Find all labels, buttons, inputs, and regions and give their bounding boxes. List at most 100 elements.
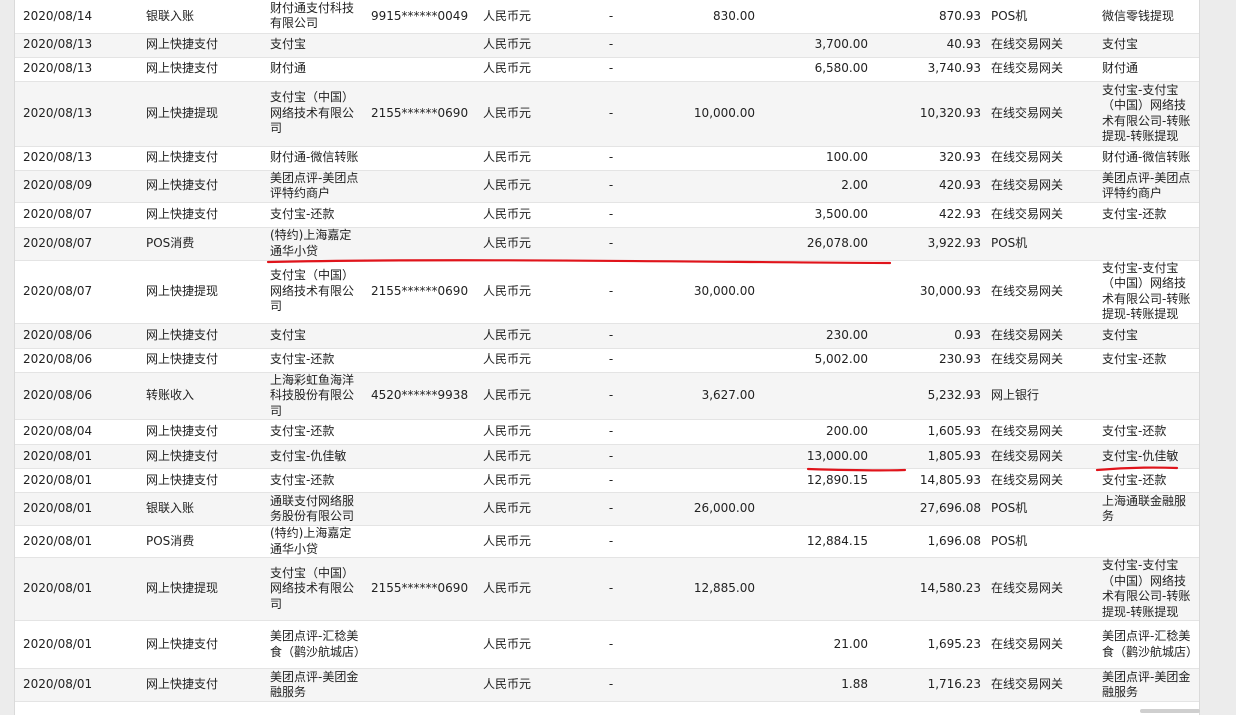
- cell-date: 2020/08/07: [15, 227, 142, 261]
- cell-income: [643, 170, 761, 203]
- cell-account: [367, 146, 479, 171]
- cell-expense: 26,078.00: [761, 227, 874, 261]
- cell-type: POS消费: [142, 227, 266, 261]
- cell-currency: 人民币元: [479, 0, 579, 34]
- cell-expense: [761, 372, 874, 420]
- cell-balance: 320.93: [874, 146, 987, 171]
- cell-dash: -: [579, 0, 643, 34]
- cell-account: [367, 57, 479, 82]
- cell-expense: 12,890.15: [761, 468, 874, 493]
- cell-dash: -: [579, 146, 643, 171]
- cell-account: [367, 468, 479, 493]
- cell-balance: 1,805.93: [874, 444, 987, 469]
- cell-currency: 人民币元: [479, 620, 579, 669]
- cell-expense: 100.00: [761, 146, 874, 171]
- cell-remark: 支付宝-还款: [1098, 202, 1199, 228]
- cell-account: [367, 668, 479, 702]
- cell-income: [643, 668, 761, 702]
- cell-account: [367, 492, 479, 526]
- cell-date: 2020/08/07: [15, 202, 142, 228]
- cell-income: [643, 202, 761, 228]
- cell-type: 网上快捷提现: [142, 81, 266, 147]
- cell-balance: 1,605.93: [874, 419, 987, 445]
- cell-expense: 230.00: [761, 323, 874, 349]
- cell-dash: -: [579, 227, 643, 261]
- cell-date: 2020/08/13: [15, 33, 142, 58]
- cell-expense: 1.88: [761, 668, 874, 702]
- cell-dash: -: [579, 668, 643, 702]
- cell-channel: 在线交易网关: [987, 146, 1098, 171]
- cell-party: 支付宝（中国）网络技术有限公司: [266, 81, 367, 147]
- cell-party: 美团点评-美团点评特约商户: [266, 170, 367, 203]
- cell-income: [643, 57, 761, 82]
- cell-type: 转账收入: [142, 372, 266, 420]
- cell-date: 2020/08/01: [15, 492, 142, 526]
- cell-type: 网上快捷支付: [142, 468, 266, 493]
- cell-dash: -: [579, 468, 643, 493]
- cell-expense: [761, 0, 874, 34]
- cell-income: [643, 419, 761, 445]
- cell-type: 网上快捷支付: [142, 202, 266, 228]
- cell-remark: 支付宝: [1098, 323, 1199, 349]
- cell-date: 2020/08/06: [15, 348, 142, 373]
- cell-currency: 人民币元: [479, 146, 579, 171]
- horizontal-scrollbar[interactable]: [1140, 709, 1200, 713]
- cell-income: 30,000.00: [643, 260, 761, 324]
- cell-balance: 30,000.93: [874, 260, 987, 324]
- cell-date: 2020/08/01: [15, 525, 142, 558]
- cell-party: 财付通-微信转账: [266, 146, 367, 171]
- cell-income: 10,000.00: [643, 81, 761, 147]
- cell-remark: [1098, 525, 1199, 558]
- cell-expense: [761, 492, 874, 526]
- cell-channel: POS机: [987, 0, 1098, 34]
- cell-income: 26,000.00: [643, 492, 761, 526]
- cell-account: [367, 323, 479, 349]
- cell-date: 2020/08/04: [15, 419, 142, 445]
- cell-type: 网上快捷支付: [142, 668, 266, 702]
- cell-remark: 财付通: [1098, 57, 1199, 82]
- statement-sheet: 2020/08/14 银联入账 财付通支付科技有限公司 9915******0049 人…: [14, 0, 1200, 715]
- cell-dash: -: [579, 202, 643, 228]
- cell-remark: [1098, 227, 1199, 261]
- cell-date: 2020/08/14: [15, 0, 142, 34]
- cell-dash: -: [579, 620, 643, 669]
- cell-income: [643, 468, 761, 493]
- cell-expense: [761, 557, 874, 621]
- cell-date: 2020/08/01: [15, 468, 142, 493]
- cell-channel: 在线交易网关: [987, 260, 1098, 324]
- cell-type: 银联入账: [142, 492, 266, 526]
- cell-balance: 420.93: [874, 170, 987, 203]
- cell-type: 网上快捷支付: [142, 620, 266, 669]
- cell-party: 支付宝（中国）网络技术有限公司: [266, 557, 367, 621]
- cell-date: 2020/08/13: [15, 146, 142, 171]
- cell-party: (特约)上海嘉定通华小贷: [266, 227, 367, 261]
- cell-date: 2020/08/13: [15, 81, 142, 147]
- table-row: 2020/08/01 网上快捷支付 支付宝-还款 人民币元 -12,890.15 14,8…: [15, 468, 1199, 493]
- cell-type: 网上快捷支付: [142, 348, 266, 373]
- cell-currency: 人民币元: [479, 57, 579, 82]
- cell-channel: 在线交易网关: [987, 57, 1098, 82]
- cell-channel: POS机: [987, 227, 1098, 261]
- cell-account: 9915******0049: [367, 0, 479, 34]
- cell-party: 通联支付网络服务股份有限公司: [266, 492, 367, 526]
- cell-income: 12,885.00: [643, 557, 761, 621]
- cell-type: POS消费: [142, 525, 266, 558]
- cell-balance: 5,232.93: [874, 372, 987, 420]
- cell-income: 830.00: [643, 0, 761, 34]
- cell-account: [367, 170, 479, 203]
- cell-channel: POS机: [987, 525, 1098, 558]
- cell-remark: 支付宝: [1098, 33, 1199, 58]
- cell-account: [367, 202, 479, 228]
- cell-currency: 人民币元: [479, 492, 579, 526]
- cell-account: [367, 33, 479, 58]
- cell-channel: 在线交易网关: [987, 668, 1098, 702]
- cell-date: 2020/08/01: [15, 444, 142, 469]
- cell-party: 支付宝-还款: [266, 468, 367, 493]
- table-row: 2020/08/07 网上快捷提现 支付宝（中国）网络技术有限公司 2155*****…: [15, 260, 1199, 324]
- cell-currency: 人民币元: [479, 372, 579, 420]
- cell-account: [367, 348, 479, 373]
- cell-date: 2020/08/13: [15, 57, 142, 82]
- transaction-rows: 2020/08/14 银联入账 财付通支付科技有限公司 9915******0049 人…: [15, 0, 1199, 702]
- cell-channel: 在线交易网关: [987, 348, 1098, 373]
- cell-type: 网上快捷支付: [142, 57, 266, 82]
